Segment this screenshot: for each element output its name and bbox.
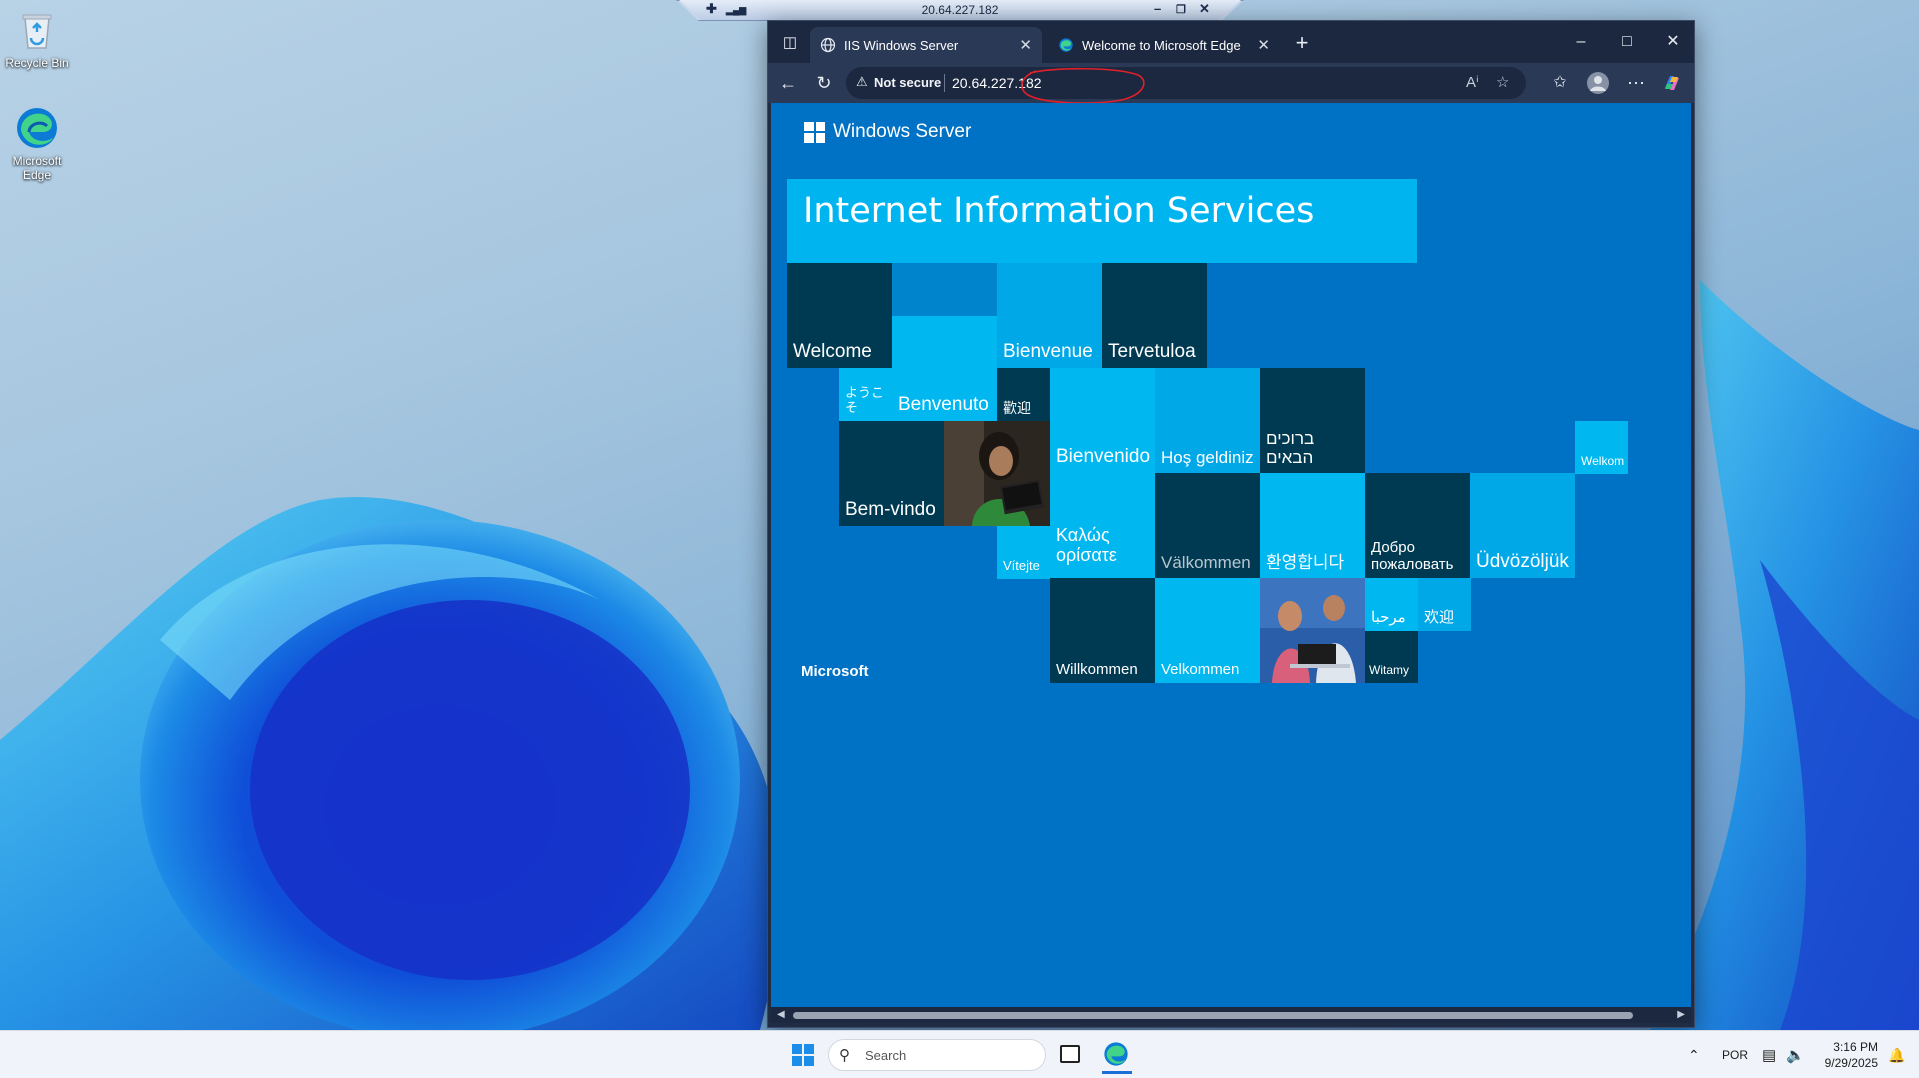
address-bar[interactable]: ⚠ Not secure 20.64.227.182 Aⁱ ☆ [846,67,1526,104]
profile-avatar-icon[interactable] [1584,69,1612,97]
taskbar-search[interactable]: ⚲ Search [828,1039,1046,1071]
desktop-icon-label: Microsoft Edge [12,154,62,182]
refresh-icon[interactable]: ↻ [810,69,838,97]
edge-icon [1059,38,1073,52]
tab-strip: ◫ IIS Windows Server ✕ Welcome to Micros… [768,21,1694,63]
taskbar: ⚲ Search ⌃ POR ▤ 🔈 3:16 PM 9/29/2025 🔔 [0,1030,1919,1078]
close-window-button[interactable]: ✕ [1650,27,1696,57]
url-text[interactable]: 20.64.227.182 [952,75,1042,91]
tile-velkommen[interactable]: Velkommen [1155,578,1260,683]
tile-bem-vindo[interactable]: Bem-vindo [839,421,944,526]
tab-iis-windows-server[interactable]: IIS Windows Server ✕ [810,27,1042,63]
tile-arabic[interactable]: مرحبا [1365,578,1418,631]
warning-icon[interactable]: ⚠ [856,74,868,90]
desktop-icon-edge[interactable]: Microsoft Edge [0,104,74,182]
desktop-icon-label: Recycle Bin [5,56,69,70]
divider [944,74,945,92]
close-tab-icon[interactable]: ✕ [1257,36,1270,54]
scroll-left-icon[interactable]: ◀ [777,1007,785,1023]
tile-tervetuloa[interactable]: Tervetuloa [1102,263,1207,368]
tab-welcome-to-edge[interactable]: Welcome to Microsoft Edge ✕ [1048,27,1280,63]
tile-willkommen[interactable]: Willkommen [1050,578,1155,683]
microsoft-logo: Microsoft [801,663,869,680]
rdp-connection-bar: ✚ ▂▄▆ 20.64.227.182 – ❐ ✕ [676,0,1244,21]
tab-label: IIS Windows Server [844,37,959,53]
clock-date: 9/29/2025 [1824,1056,1878,1070]
tab-actions-icon[interactable]: ◫ [776,29,804,57]
horizontal-scrollbar[interactable]: ◀ ▶ [771,1007,1691,1023]
minimize-button[interactable]: – [1558,27,1604,57]
tile-youkoso[interactable]: ようこそ [839,368,892,421]
page-viewport: Windows Server Internet Information Serv… [771,103,1691,1009]
windows-logo-icon [804,121,825,143]
browser-toolbar: ← ↻ ⚠ Not secure 20.64.227.182 Aⁱ ☆ ✩ ⋯ [768,63,1694,104]
clock[interactable]: 3:16 PM 9/29/2025 [1812,1039,1878,1071]
desktop-icon-recycle-bin[interactable]: Recycle Bin [0,6,74,70]
more-options-icon[interactable]: ⋯ [1622,69,1650,97]
volume-icon[interactable]: 🔈 [1786,1031,1805,1078]
tile-welcome[interactable]: Welcome [787,263,892,368]
maximize-button[interactable]: □ [1604,27,1650,57]
favorites-icon[interactable]: ✩ [1546,69,1574,97]
scroll-right-icon[interactable]: ▶ [1677,1007,1685,1023]
rdp-close-button[interactable]: ✕ [1199,1,1210,17]
tile-valkommen[interactable]: Välkommen [1155,473,1260,578]
close-tab-icon[interactable]: ✕ [1019,36,1032,54]
copilot-icon[interactable] [1658,69,1686,97]
network-icon[interactable]: ▤ [1762,1031,1776,1078]
tile-hos-geldiniz[interactable]: Hoş geldiniz [1155,368,1260,473]
tab-label: Welcome to Microsoft Edge [1082,37,1241,53]
notifications-icon[interactable]: 🔔 [1888,1031,1905,1078]
windows-server-logo: Windows Server [804,121,971,143]
photo-two-people-laptop [1260,578,1365,683]
tile-benvenuto[interactable]: Benvenuto [892,316,997,421]
start-windows-icon[interactable] [792,1044,814,1066]
tile-korean[interactable]: 환영합니다 [1260,473,1365,578]
globe-icon [820,37,836,53]
tile-blank [892,263,997,316]
photo-man-laptop [944,421,1050,526]
tile-greek[interactable]: Καλώς ορίσατε [1050,473,1155,578]
new-tab-button[interactable]: + [1288,29,1316,57]
tile-witamy[interactable]: Witamy [1365,631,1418,683]
tile-hebrew[interactable]: ברוכים הבאים [1260,368,1365,473]
clock-time: 3:16 PM [1833,1040,1878,1054]
tile-vitejte[interactable]: Vítejte [997,526,1050,579]
logo-text: Windows Server [833,121,972,142]
favorite-star-icon[interactable]: ☆ [1496,73,1509,91]
search-icon: ⚲ [839,1047,850,1064]
tile-huanying[interactable]: 欢迎 [1418,578,1471,631]
read-aloud-icon[interactable]: Aⁱ [1466,73,1479,91]
tile-welkom[interactable]: Welkom [1575,421,1628,474]
tile-udvozoljuk[interactable]: Üdvözöljük [1470,473,1575,578]
scrollbar-thumb[interactable] [793,1012,1633,1019]
language-indicator[interactable]: POR [1722,1031,1748,1078]
show-hidden-icons[interactable]: ⌃ [1688,1031,1700,1078]
browser-window: ◫ IIS Windows Server ✕ Welcome to Micros… [767,20,1695,1028]
back-icon[interactable]: ← [774,69,802,97]
task-view-icon[interactable] [1060,1045,1080,1063]
tile-bienvenue[interactable]: Bienvenue [997,263,1102,368]
page-title: Internet Information Services [787,179,1417,263]
security-label[interactable]: Not secure [874,75,941,90]
rdp-minimize-button[interactable]: – [1154,1,1161,16]
tile-russian[interactable]: Добро пожаловать [1365,473,1470,578]
rdp-restore-button[interactable]: ❐ [1176,3,1186,16]
search-placeholder: Search [865,1048,907,1063]
tile-bienvenido[interactable]: Bienvenido [1050,368,1155,473]
taskbar-edge-icon[interactable] [1102,1040,1132,1074]
edge-icon [13,104,61,152]
recycle-bin-icon [13,6,61,54]
tile-kangei[interactable]: 歡迎 [997,368,1050,421]
